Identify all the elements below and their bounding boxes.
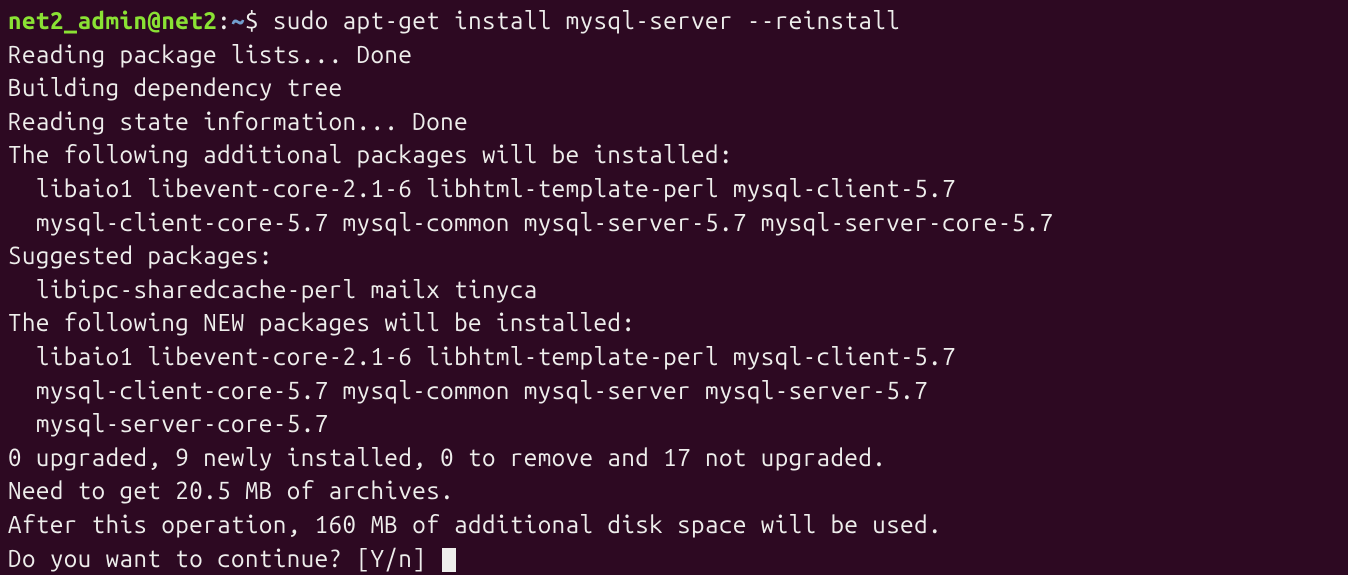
output-new-packages-header: The following NEW packages will be insta… xyxy=(8,306,1340,340)
command-text xyxy=(259,7,273,34)
output-new-packages-line1: libaio1 libevent-core-2.1-6 libhtml-temp… xyxy=(8,340,1340,374)
output-suggested-packages-header: Suggested packages: xyxy=(8,239,1340,273)
output-new-packages-line2: mysql-client-core-5.7 mysql-common mysql… xyxy=(8,374,1340,408)
output-reading-state: Reading state information... Done xyxy=(8,105,1340,139)
output-upgrade-summary: 0 upgraded, 9 newly installed, 0 to remo… xyxy=(8,441,1340,475)
output-disk-space: After this operation, 160 MB of addition… xyxy=(8,508,1340,542)
prompt-separator: : xyxy=(217,7,231,34)
command-input[interactable]: sudo apt-get install mysql-server --rein… xyxy=(273,7,900,34)
output-additional-packages-line1: libaio1 libevent-core-2.1-6 libhtml-temp… xyxy=(8,172,1340,206)
terminal-prompt-line: net2_admin@net2:~$ sudo apt-get install … xyxy=(8,4,1340,38)
cursor-icon[interactable] xyxy=(442,548,456,572)
output-additional-packages-header: The following additional packages will b… xyxy=(8,138,1340,172)
output-building-tree: Building dependency tree xyxy=(8,71,1340,105)
output-additional-packages-line2: mysql-client-core-5.7 mysql-common mysql… xyxy=(8,206,1340,240)
output-continue-prompt: Do you want to continue? [Y/n] xyxy=(8,545,440,572)
output-new-packages-line3: mysql-server-core-5.7 xyxy=(8,407,1340,441)
output-reading-packages: Reading package lists... Done xyxy=(8,38,1340,72)
output-continue-prompt-line: Do you want to continue? [Y/n] xyxy=(8,542,1340,575)
prompt-path: ~ xyxy=(231,7,245,34)
output-download-size: Need to get 20.5 MB of archives. xyxy=(8,474,1340,508)
output-suggested-packages-line1: libipc-sharedcache-perl mailx tinyca xyxy=(8,273,1340,307)
prompt-symbol: $ xyxy=(245,7,259,34)
prompt-user-host: net2_admin@net2 xyxy=(8,7,217,34)
